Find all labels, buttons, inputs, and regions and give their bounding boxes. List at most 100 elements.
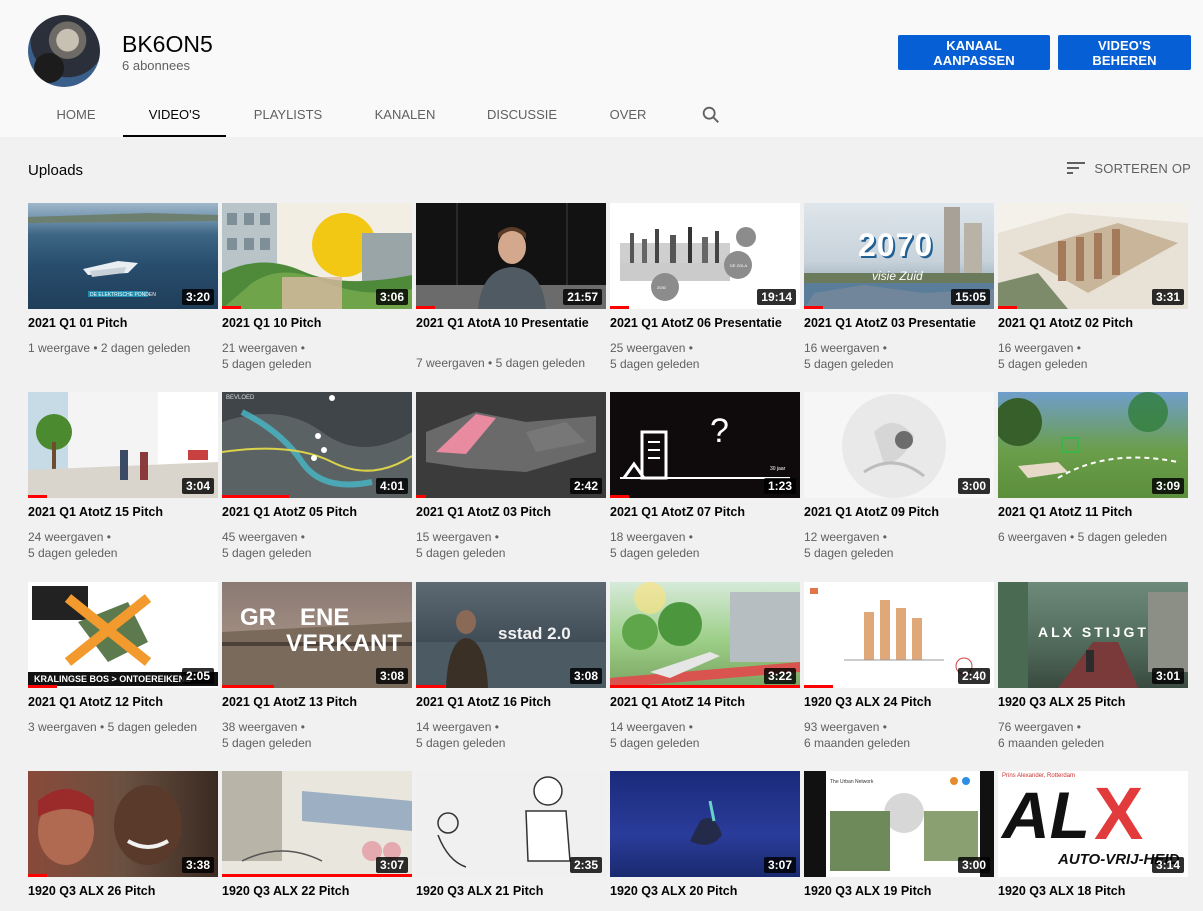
video-thumbnail[interactable]: 3:00: [804, 392, 994, 498]
tab-home[interactable]: HOME: [55, 98, 97, 135]
video-title[interactable]: 2021 Q1 AtotZ 02 Pitch: [998, 317, 1188, 330]
video-card[interactable]: 21:57 2021 Q1 AtotA 10 Presentatie 7 wee…: [416, 203, 606, 370]
video-title[interactable]: 2021 Q1 AtotZ 05 Pitch: [222, 506, 412, 519]
video-thumbnail[interactable]: 3:22: [610, 582, 800, 688]
tab-videos[interactable]: VIDEO'S: [123, 98, 226, 137]
video-thumbnail[interactable]: 3:04: [28, 392, 218, 498]
video-card[interactable]: DE ELEKTRISCHE PONDEN 3:20 2021 Q1 01 Pi…: [28, 203, 218, 355]
video-title[interactable]: 1920 Q3 ALX 18 Pitch: [998, 885, 1188, 898]
video-thumbnail[interactable]: 2:40: [804, 582, 994, 688]
video-title[interactable]: 2021 Q1 AtotZ 06 Presentatie: [610, 317, 800, 330]
video-meta-date: 5 dagen geleden: [610, 357, 700, 371]
video-title[interactable]: 2021 Q1 AtotZ 11 Pitch: [998, 506, 1188, 519]
video-card[interactable]: 2:35 1920 Q3 ALX 21 Pitch: [416, 771, 606, 898]
video-card[interactable]: 2070 visie Zuid 15:05 2021 Q1 AtotZ 03 P…: [804, 203, 994, 371]
video-thumbnail[interactable]: 3:31: [998, 203, 1188, 309]
tab-channels[interactable]: KANALEN: [370, 98, 440, 135]
video-thumbnail[interactable]: 3:38: [28, 771, 218, 877]
video-card[interactable]: ? 30 jaar 1:23 2021 Q1 AtotZ 07 Pitch 18…: [610, 392, 800, 560]
video-card[interactable]: 3:04 2021 Q1 AtotZ 15 Pitch 24 weergaven…: [28, 392, 218, 560]
video-card[interactable]: 3:07 1920 Q3 ALX 20 Pitch: [610, 771, 800, 898]
video-card[interactable]: 3:07 1920 Q3 ALX 22 Pitch: [222, 771, 412, 898]
watch-progress: [610, 685, 800, 688]
video-duration: 2:35: [569, 857, 602, 873]
video-thumbnail[interactable]: 2:42: [416, 392, 606, 498]
video-title[interactable]: 1920 Q3 ALX 24 Pitch: [804, 696, 994, 709]
video-card[interactable]: 3:31 2021 Q1 AtotZ 02 Pitch 16 weergaven…: [998, 203, 1188, 371]
video-card[interactable]: 3:38 1920 Q3 ALX 26 Pitch: [28, 771, 218, 898]
video-title[interactable]: 1920 Q3 ALX 20 Pitch: [610, 885, 800, 898]
video-title[interactable]: 2021 Q1 AtotZ 07 Pitch: [610, 506, 800, 519]
sort-button[interactable]: SORTEREN OP: [1066, 160, 1191, 176]
thumb-text: 30 jaar: [770, 466, 786, 472]
customize-channel-button[interactable]: KANAAL AANPASSEN: [898, 35, 1050, 70]
tab-discussion[interactable]: DISCUSSIE: [485, 98, 559, 135]
video-card[interactable]: KRALINGSE BOS > ONTOEREIKEND 2:05 2021 Q…: [28, 582, 218, 734]
video-thumbnail[interactable]: 3:07: [222, 771, 412, 877]
video-thumbnail[interactable]: Prins Alexander, Rotterdam AL X AUTO-VRI…: [998, 771, 1188, 877]
video-title[interactable]: 2021 Q1 AtotZ 09 Pitch: [804, 506, 994, 519]
video-title[interactable]: 2021 Q1 10 Pitch: [222, 317, 412, 330]
section-title: Uploads: [28, 162, 84, 179]
video-card[interactable]: Prins Alexander, Rotterdam AL X AUTO-VRI…: [998, 771, 1188, 898]
video-thumbnail[interactable]: 21:57: [416, 203, 606, 309]
manage-videos-button[interactable]: VIDEO'S BEHEREN: [1058, 35, 1191, 70]
video-title[interactable]: 1920 Q3 ALX 22 Pitch: [222, 885, 412, 898]
video-title[interactable]: 2021 Q1 AtotZ 12 Pitch: [28, 696, 218, 709]
thumb-text: X: [1094, 772, 1144, 855]
watch-progress: [222, 306, 241, 309]
video-thumbnail[interactable]: 2030 DE ZOLA 19:14: [610, 203, 800, 309]
video-thumbnail[interactable]: 2070 visie Zuid 15:05: [804, 203, 994, 309]
tab-playlists[interactable]: PLAYLISTS: [250, 98, 326, 135]
video-card[interactable]: GR ENE VERKANT 3:08 2021 Q1 AtotZ 13 Pit…: [222, 582, 412, 750]
video-title[interactable]: 1920 Q3 ALX 19 Pitch: [804, 885, 994, 898]
video-title[interactable]: 2021 Q1 AtotZ 03 Presentatie: [804, 317, 994, 330]
channel-avatar[interactable]: [28, 15, 100, 87]
sort-label: SORTEREN OP: [1094, 160, 1191, 176]
video-card[interactable]: 2:40 1920 Q3 ALX 24 Pitch 93 weergaven •…: [804, 582, 994, 750]
video-card[interactable]: 2030 DE ZOLA 19:14 2021 Q1 AtotZ 06 Pres…: [610, 203, 800, 371]
video-card[interactable]: 3:22 2021 Q1 AtotZ 14 Pitch 14 weergaven…: [610, 582, 800, 750]
video-title[interactable]: 1920 Q3 ALX 26 Pitch: [28, 885, 218, 898]
video-thumbnail[interactable]: ? 30 jaar 1:23: [610, 392, 800, 498]
video-thumbnail[interactable]: KRALINGSE BOS > ONTOEREIKEND 2:05: [28, 582, 218, 688]
video-title[interactable]: 2021 Q1 AtotZ 03 Pitch: [416, 506, 606, 519]
video-duration: 3:14: [1151, 857, 1184, 873]
video-thumbnail[interactable]: 3:09: [998, 392, 1188, 498]
video-meta: 1 weergave • 2 dagen geleden: [28, 341, 191, 355]
video-card[interactable]: sstad 2.0 3:08 2021 Q1 AtotZ 16 Pitch 14…: [416, 582, 606, 750]
video-thumbnail[interactable]: 3:06: [222, 203, 412, 309]
video-card[interactable]: 2:42 2021 Q1 AtotZ 03 Pitch 15 weergaven…: [416, 392, 606, 560]
video-duration: 2:42: [569, 478, 602, 494]
video-thumbnail[interactable]: BEVLOED 4:01: [222, 392, 412, 498]
video-thumbnail[interactable]: sstad 2.0 3:08: [416, 582, 606, 688]
video-thumbnail[interactable]: The Urban Network 3:00: [804, 771, 994, 877]
video-title[interactable]: 2021 Q1 AtotA 10 Presentatie: [416, 317, 606, 330]
tab-about[interactable]: OVER: [605, 98, 651, 135]
video-meta: 3 weergaven • 5 dagen geleden: [28, 720, 198, 734]
video-title[interactable]: 2021 Q1 AtotZ 14 Pitch: [610, 696, 800, 709]
video-card[interactable]: The Urban Network 3:00 1920 Q3 ALX 19 Pi…: [804, 771, 994, 898]
video-title[interactable]: 2021 Q1 AtotZ 13 Pitch: [222, 696, 412, 709]
video-title[interactable]: 2021 Q1 AtotZ 16 Pitch: [416, 696, 606, 709]
video-duration: 3:22: [763, 668, 796, 684]
video-title[interactable]: 2021 Q1 AtotZ 15 Pitch: [28, 506, 218, 519]
video-meta: 93 weergaven •: [804, 720, 887, 734]
video-thumbnail[interactable]: 3:07: [610, 771, 800, 877]
video-title[interactable]: 1920 Q3 ALX 21 Pitch: [416, 885, 606, 898]
video-card[interactable]: 3:06 2021 Q1 10 Pitch 21 weergaven • 5 d…: [222, 203, 412, 371]
video-title[interactable]: 1920 Q3 ALX 25 Pitch: [998, 696, 1188, 709]
search-icon[interactable]: [700, 104, 722, 126]
video-meta: 18 weergaven •: [610, 530, 693, 544]
video-card[interactable]: 3:00 2021 Q1 AtotZ 09 Pitch 12 weergaven…: [804, 392, 994, 560]
video-duration: 3:06: [375, 289, 408, 305]
video-meta: 16 weergaven •: [998, 341, 1081, 355]
video-thumbnail[interactable]: GR ENE VERKANT 3:08: [222, 582, 412, 688]
video-thumbnail[interactable]: ALX STIJGT 3:01: [998, 582, 1188, 688]
video-card[interactable]: ALX STIJGT 3:01 1920 Q3 ALX 25 Pitch 76 …: [998, 582, 1188, 750]
video-title[interactable]: 2021 Q1 01 Pitch: [28, 317, 218, 330]
video-thumbnail[interactable]: 2:35: [416, 771, 606, 877]
video-thumbnail[interactable]: DE ELEKTRISCHE PONDEN 3:20: [28, 203, 218, 309]
video-card[interactable]: BEVLOED 4:01 2021 Q1 AtotZ 05 Pitch 45 w…: [222, 392, 412, 560]
video-card[interactable]: 3:09 2021 Q1 AtotZ 11 Pitch 6 weergaven …: [998, 392, 1188, 544]
